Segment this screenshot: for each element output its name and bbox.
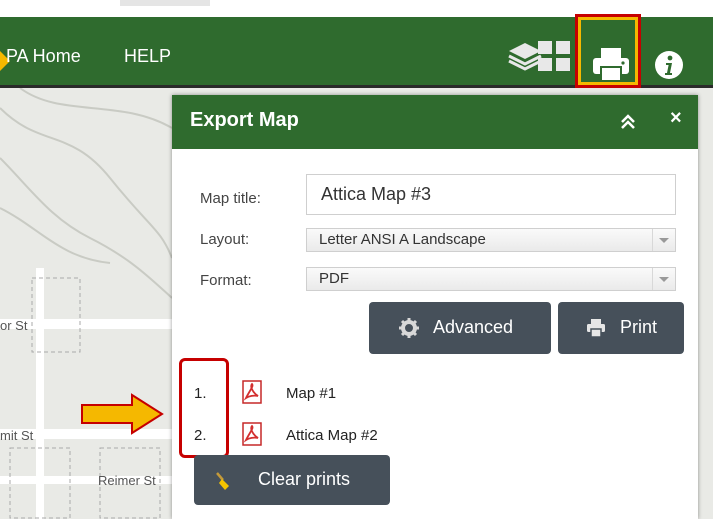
nav-help-link[interactable]: HELP <box>124 46 171 66</box>
print-button-highlight <box>575 14 641 88</box>
top-smudge <box>120 0 210 6</box>
layout-select[interactable]: Letter ANSI A Landscape <box>306 228 676 252</box>
grid-icon[interactable] <box>534 40 574 72</box>
format-value: PDF <box>319 270 349 287</box>
export-map-panel: Export Map × Map title: Attica Map #3 La… <box>172 95 698 519</box>
clear-prints-button[interactable]: Clear prints <box>194 455 390 505</box>
nav-home-link[interactable]: PA Home <box>6 46 81 66</box>
print-button[interactable]: Print <box>558 302 684 354</box>
layout-value: Letter ANSI A Landscape <box>319 231 486 248</box>
advanced-button-label: Advanced <box>433 317 514 337</box>
info-icon[interactable] <box>654 50 684 80</box>
panel-header: Export Map × <box>172 95 698 149</box>
format-label: Format: <box>200 272 252 289</box>
map-title-label: Map title: <box>200 190 261 207</box>
layout-label: Layout: <box>200 231 250 248</box>
print-item-link[interactable]: Attica Map #2 <box>286 427 378 444</box>
street-label: mit St <box>0 428 34 443</box>
broom-icon <box>216 472 229 490</box>
street-label: or St <box>0 318 28 333</box>
clear-prints-label: Clear prints <box>258 469 351 489</box>
annotation-arrow-right <box>81 393 164 435</box>
chevron-down-icon[interactable] <box>652 229 675 251</box>
print-item-link[interactable]: Map #1 <box>286 385 336 402</box>
close-icon[interactable]: × <box>670 107 682 130</box>
advanced-button[interactable]: Advanced <box>369 302 551 354</box>
print-item-number: 1. <box>194 385 207 402</box>
app-frame: PA Home HELP or St mit St Reimer St Expo… <box>0 0 713 519</box>
print-item-number: 2. <box>194 427 207 444</box>
double-chevron-up-icon[interactable] <box>618 112 638 132</box>
gear-icon <box>399 318 419 338</box>
map-title-input[interactable]: Attica Map #3 <box>306 174 676 215</box>
printer-icon <box>587 319 605 338</box>
format-select[interactable]: PDF <box>306 267 676 291</box>
panel-title: Export Map <box>190 109 299 131</box>
street-label: Reimer St <box>98 473 156 488</box>
pdf-icon[interactable] <box>242 422 262 446</box>
print-button-label: Print <box>620 317 658 337</box>
top-strip <box>0 0 713 14</box>
pdf-icon[interactable] <box>242 380 262 404</box>
chevron-down-icon[interactable] <box>652 268 675 290</box>
